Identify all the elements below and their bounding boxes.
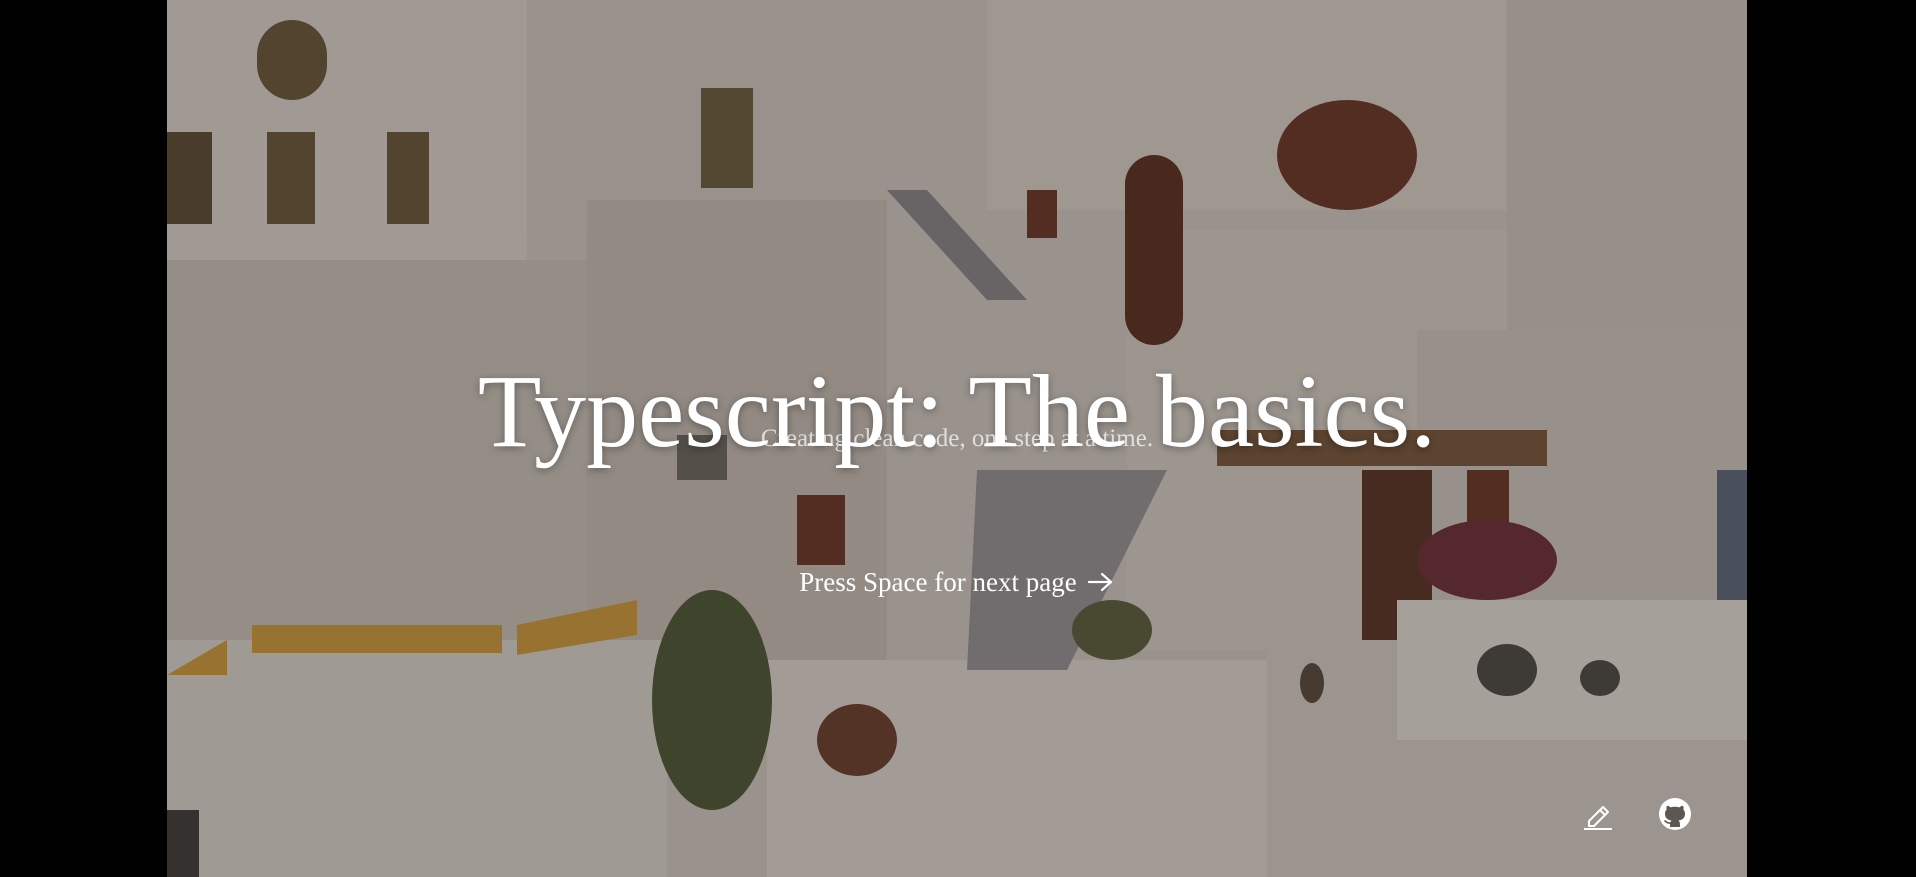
next-page-label: Press Space for next page	[799, 567, 1077, 597]
next-page-link[interactable]: Press Space for next page	[167, 567, 1747, 600]
presentation-stage: Typescript: The basics. Creating clean c…	[0, 0, 1916, 877]
pencil-icon[interactable]	[1580, 796, 1616, 832]
github-icon[interactable]	[1657, 796, 1693, 832]
cover-content: Typescript: The basics. Creating clean c…	[167, 0, 1747, 877]
arrow-right-icon	[1087, 569, 1115, 600]
slide-subtitle: Creating clean code, one step at a time.	[760, 425, 1154, 452]
slide: Typescript: The basics. Creating clean c…	[167, 0, 1747, 877]
